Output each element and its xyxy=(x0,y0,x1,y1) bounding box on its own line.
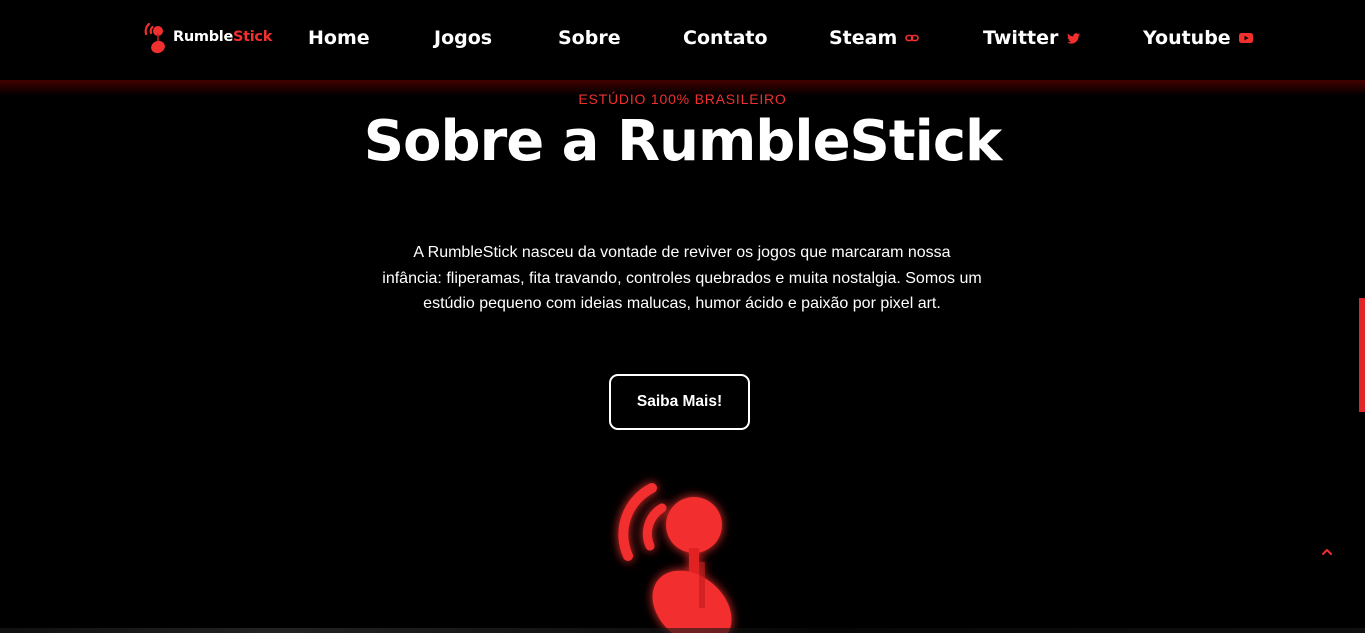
scrollbar-thumb[interactable] xyxy=(1359,298,1365,412)
link-icon xyxy=(905,31,920,45)
saiba-mais-button[interactable]: Saiba Mais! xyxy=(609,374,750,430)
back-to-top-button[interactable] xyxy=(1317,543,1337,561)
brand-name-part2: Stick xyxy=(232,29,273,45)
nav-sobre[interactable]: Sobre xyxy=(558,24,621,52)
joystick-icon xyxy=(618,483,732,633)
nav-jogos-label: Jogos xyxy=(434,27,493,49)
nav-steam-label: Steam xyxy=(829,27,898,49)
hero-eyebrow: ESTÚDIO 100% BRASILEIRO xyxy=(578,91,787,107)
nav-youtube-label: Youtube xyxy=(1143,27,1231,49)
nav-youtube[interactable]: Youtube xyxy=(1143,24,1253,52)
chevron-up-icon xyxy=(1322,549,1332,555)
nav-home[interactable]: Home xyxy=(308,24,370,52)
nav-contato[interactable]: Contato xyxy=(683,24,768,52)
twitter-icon xyxy=(1066,31,1080,45)
nav-twitter-label: Twitter xyxy=(983,27,1059,49)
hero-description: A RumbleStick nasceu da vontade de reviv… xyxy=(382,244,982,312)
joystick-logo-icon xyxy=(144,22,165,54)
youtube-icon xyxy=(1238,31,1253,45)
nav-contato-label: Contato xyxy=(683,27,768,49)
nav-home-label: Home xyxy=(308,27,370,49)
nav-twitter[interactable]: Twitter xyxy=(983,24,1080,52)
site-header: RumbleStick Home Jogos Sobre Contato Ste… xyxy=(0,0,1365,80)
brand-name-part1: Rumble xyxy=(173,29,233,45)
nav-sobre-label: Sobre xyxy=(558,27,621,49)
next-section-edge xyxy=(0,628,1365,633)
nav-steam[interactable]: Steam xyxy=(829,24,920,52)
nav-jogos[interactable]: Jogos xyxy=(434,24,492,52)
brand-name: RumbleStick xyxy=(173,29,272,45)
brand-logo[interactable]: RumbleStick xyxy=(143,20,272,54)
page-title: Sobre a RumbleStick xyxy=(363,109,1003,174)
